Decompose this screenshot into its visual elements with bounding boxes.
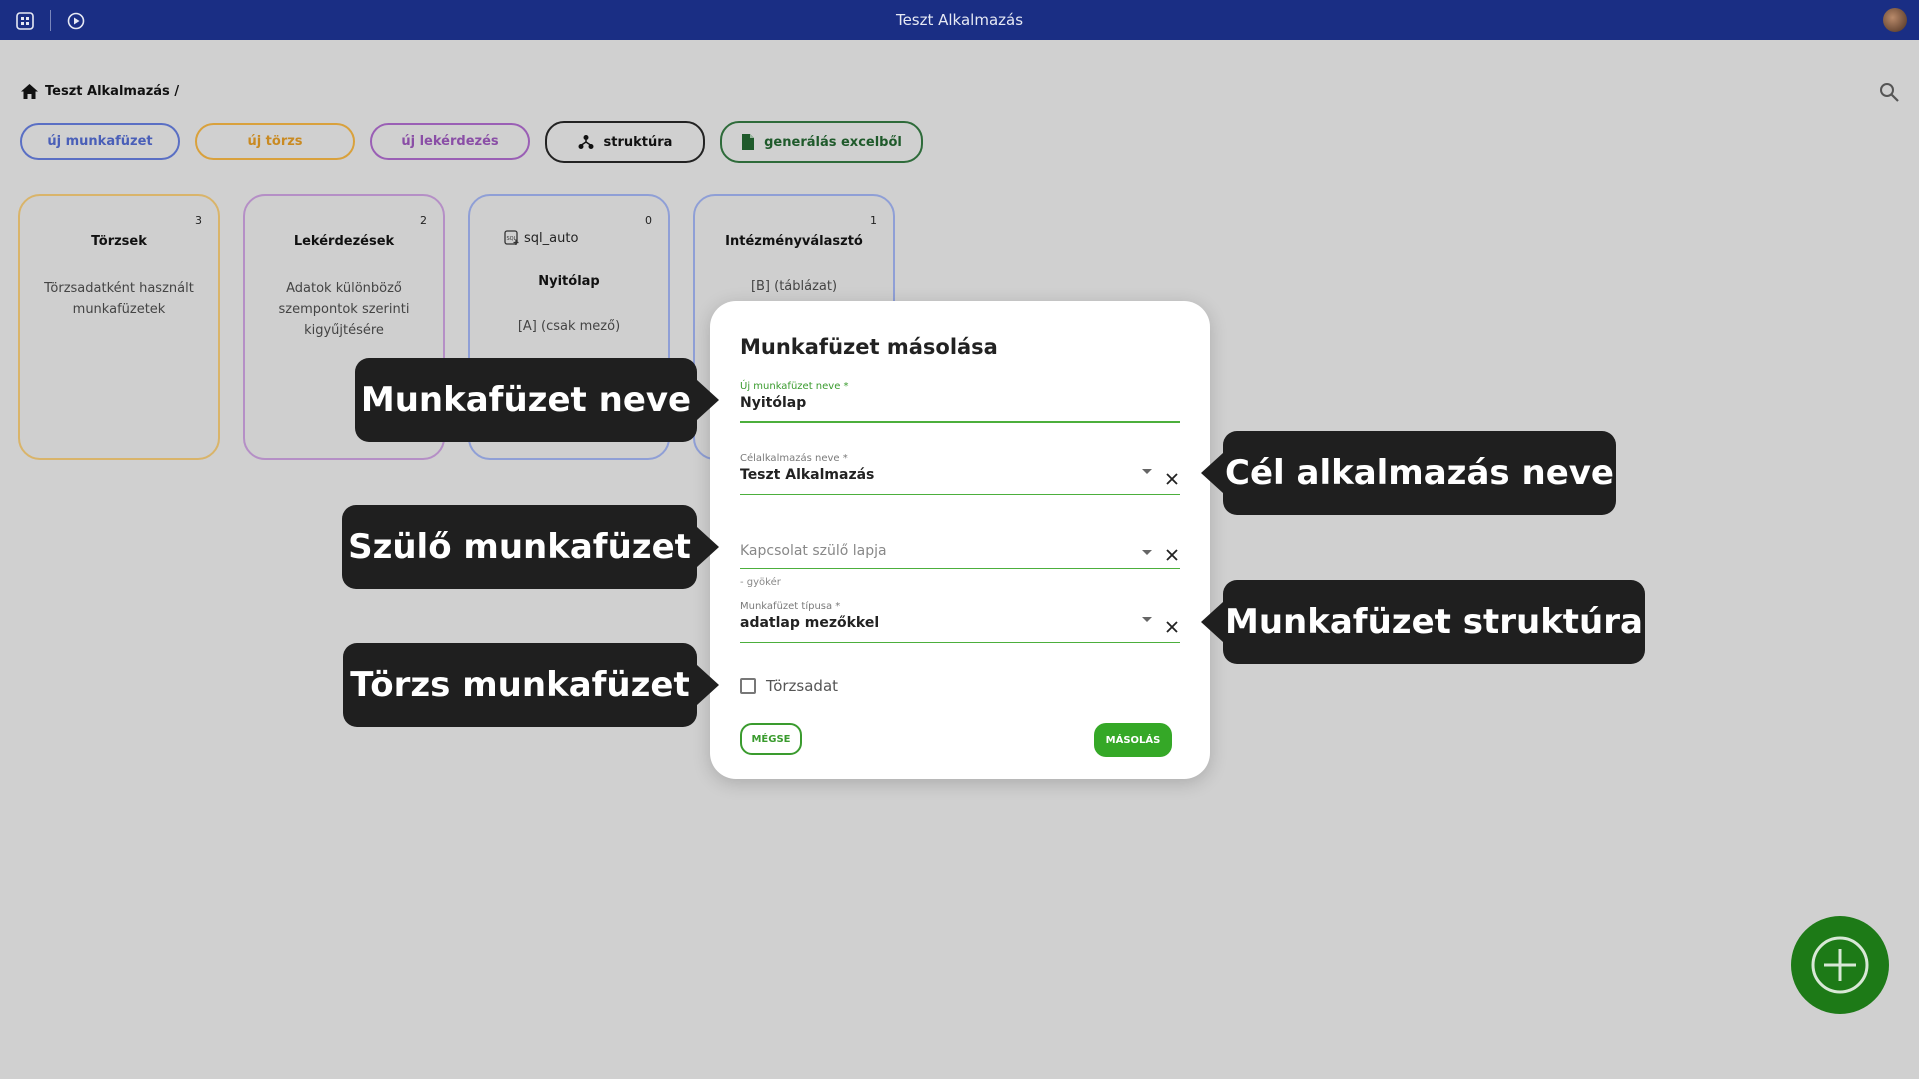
callout-workbook-structure: Munkafüzet struktúra	[1223, 580, 1645, 664]
sql-icon: SQL	[504, 230, 519, 245]
field-placeholder: Kapcsolat szülő lapja	[740, 543, 887, 559]
field-label: Célalkalmazás neve *	[740, 453, 848, 464]
card-title: Törzsek	[91, 234, 147, 249]
dropdown-arrow-icon[interactable]	[1142, 469, 1152, 474]
card-title: Nyitólap	[538, 274, 600, 289]
field-label: Munkafüzet típusa *	[740, 601, 841, 612]
breadcrumb[interactable]: Teszt Alkalmazás /	[20, 80, 179, 102]
callout-pointer	[697, 527, 719, 567]
cancel-button[interactable]: MÉGSE	[740, 723, 802, 755]
card-title: Lekérdezések	[293, 234, 395, 249]
generate-excel-button[interactable]: generálás excelből	[720, 121, 923, 163]
callout-master-workbook: Törzs munkafüzet	[343, 643, 697, 727]
new-query-button[interactable]: új lekérdezés	[370, 123, 530, 160]
field-label: Új munkafüzet neve *	[740, 381, 849, 392]
field-underline	[740, 642, 1180, 643]
copy-button[interactable]: MÁSOLÁS	[1094, 723, 1172, 757]
new-workbook-label: új munkafüzet	[47, 134, 153, 149]
breadcrumb-label: Teszt Alkalmazás /	[45, 83, 180, 99]
parent-hint: - gyökér	[740, 577, 781, 588]
sheet-icon	[742, 134, 755, 150]
card-count: 3	[195, 214, 202, 227]
dropdown-arrow-icon[interactable]	[1142, 550, 1152, 555]
card-description: [A] (csak mező)	[517, 319, 621, 334]
callout-pointer	[1201, 453, 1223, 493]
card-description: Törzsadatként használt munkafüzetek	[44, 281, 194, 317]
workbook-type-select[interactable]: Munkafüzet típusa * adatlap mezőkkel	[740, 601, 1180, 643]
card-title: Intézményválasztó	[725, 234, 863, 249]
dropdown-arrow-icon[interactable]	[1142, 617, 1152, 622]
checkbox-label: Törzsadat	[766, 677, 839, 695]
card-tag: SQL sql_auto	[504, 230, 578, 246]
callout-pointer	[697, 380, 719, 420]
dialog-title: Munkafüzet másolása	[740, 335, 998, 359]
new-workbook-button[interactable]: új munkafüzet	[20, 123, 180, 160]
structure-icon	[578, 135, 594, 149]
new-query-label: új lekérdezés	[401, 134, 499, 149]
callout-target-app: Cél alkalmazás neve	[1223, 431, 1616, 515]
card-description: Adatok különböző szempontok szerinti kig…	[278, 281, 410, 338]
top-bar: Teszt Alkalmazás	[0, 0, 1919, 40]
app-title: Teszt Alkalmazás	[895, 11, 1024, 29]
field-value: adatlap mezőkkel	[740, 615, 880, 631]
callout-parent-workbook: Szülő munkafüzet	[342, 505, 697, 589]
field-value: Teszt Alkalmazás	[740, 467, 875, 483]
callout-pointer	[1201, 602, 1223, 642]
checkbox-box[interactable]	[740, 678, 756, 694]
target-app-select[interactable]: Célalkalmazás neve * Teszt Alkalmazás	[740, 453, 1180, 495]
field-underline	[740, 568, 1180, 569]
field-underline	[740, 421, 1180, 423]
card-description: [B] (táblázat)	[750, 279, 838, 294]
card-tag-label: sql_auto	[524, 230, 579, 246]
home-icon	[21, 83, 38, 99]
new-workbook-name-field[interactable]: Új munkafüzet neve * Nyitólap	[740, 381, 1180, 423]
card-count: 2	[420, 214, 427, 227]
callout-workbook-name: Munkafüzet neve	[355, 358, 697, 442]
search-icon[interactable]	[1878, 81, 1900, 103]
card-masters[interactable]: 3 Törzsek Törzsadatként használt munkafü…	[18, 194, 220, 460]
generate-excel-label: generálás excelből	[764, 134, 902, 150]
field-value: Nyitólap	[740, 395, 807, 411]
structure-button[interactable]: struktúra	[545, 121, 705, 163]
callout-pointer	[697, 665, 719, 705]
avatar[interactable]	[1883, 8, 1907, 32]
new-master-label: új törzs	[247, 134, 303, 149]
copy-workbook-dialog: Munkafüzet másolása Új munkafüzet neve *…	[710, 301, 1210, 779]
plus-circle-icon	[1811, 936, 1869, 994]
add-fab-button[interactable]	[1791, 916, 1889, 1014]
svg-text:SQL: SQL	[507, 236, 517, 242]
field-underline	[740, 494, 1180, 495]
close-icon[interactable]	[1164, 619, 1180, 635]
structure-label: struktúra	[603, 134, 673, 150]
master-data-checkbox[interactable]: Törzsadat	[740, 677, 838, 695]
close-icon[interactable]	[1164, 547, 1180, 563]
parent-sheet-select[interactable]: Kapcsolat szülő lapja	[740, 543, 1180, 569]
new-master-button[interactable]: új törzs	[195, 123, 355, 160]
card-count: 0	[645, 214, 652, 227]
card-count: 1	[870, 214, 877, 227]
close-icon[interactable]	[1164, 471, 1180, 487]
